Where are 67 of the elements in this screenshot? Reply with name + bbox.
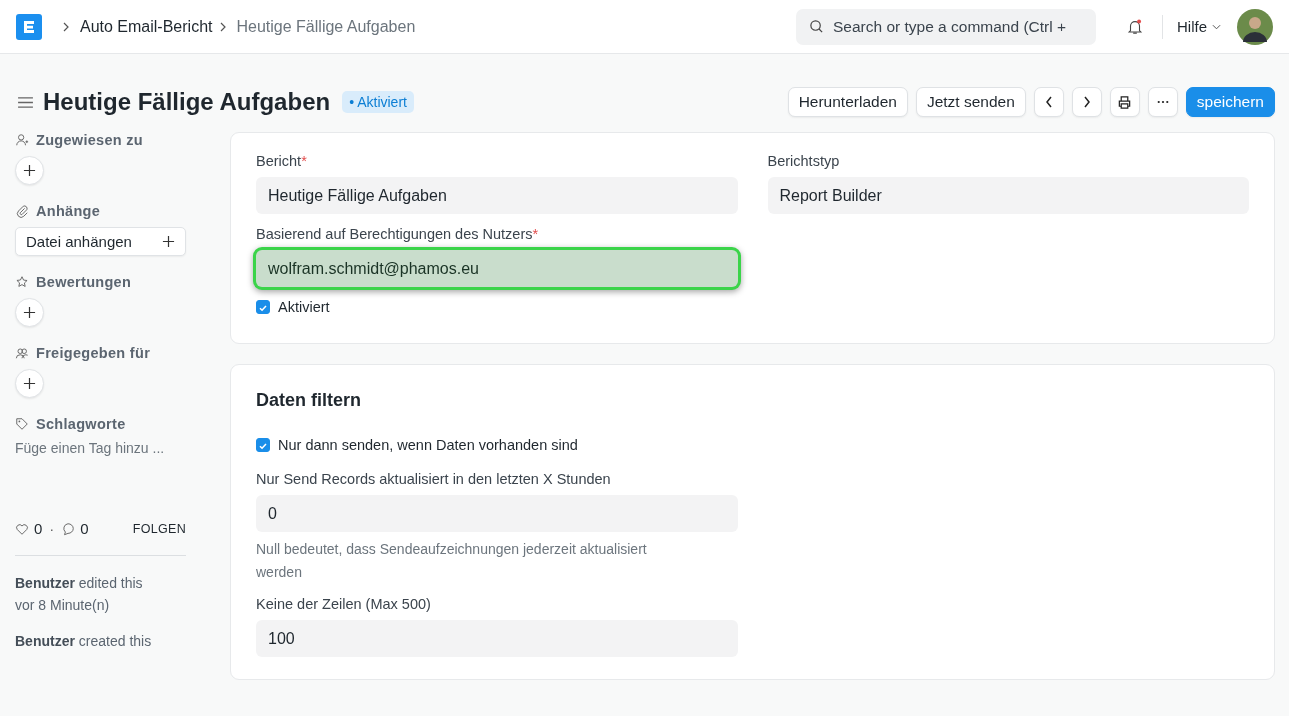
heart-icon[interactable] bbox=[15, 521, 29, 536]
field-label: Nur Send Records aktualisiert in den letzten X Stunden bbox=[256, 471, 612, 487]
app-logo-icon[interactable] bbox=[16, 13, 42, 40]
add-button[interactable] bbox=[15, 369, 44, 398]
comment-count: 0 bbox=[80, 520, 89, 537]
like-count: 0 bbox=[34, 520, 43, 537]
field-label: Bericht* bbox=[256, 153, 308, 169]
attach-file-button[interactable]: Datei anhängen bbox=[15, 227, 186, 256]
add-button[interactable] bbox=[15, 298, 44, 327]
activity-time: vor 8 Minute(n) bbox=[15, 596, 111, 615]
tag-input[interactable]: Füge einen Tag hinzu ... bbox=[15, 440, 186, 456]
section-title: Schlagworte bbox=[36, 416, 126, 432]
checkbox[interactable] bbox=[256, 300, 270, 314]
field-label: Basierend auf Berechtigungen des Nutzers* bbox=[256, 226, 540, 242]
user-icon bbox=[15, 133, 29, 147]
section-title: Zugewiesen zu bbox=[36, 132, 144, 148]
breadcrumb-link[interactable]: Auto Email-Bericht bbox=[80, 17, 213, 36]
print-button[interactable] bbox=[1109, 87, 1140, 117]
plus-icon bbox=[162, 235, 175, 248]
menu-icon[interactable] bbox=[17, 95, 34, 109]
section-heading: Daten filtern bbox=[256, 390, 362, 411]
section-title: Bewertungen bbox=[36, 274, 132, 290]
help-menu[interactable]: Hilfe bbox=[1177, 18, 1221, 35]
action-button[interactable]: Jetzt senden bbox=[915, 87, 1026, 117]
chevron-right-icon bbox=[218, 21, 227, 32]
breadcrumb-link[interactable]: Heutige Fällige Aufgaben bbox=[236, 17, 416, 36]
text-field[interactable]: 0 bbox=[256, 495, 738, 532]
star-icon bbox=[15, 275, 29, 289]
text-field[interactable]: wolfram.schmidt@phamos.eu bbox=[256, 250, 738, 287]
paperclip-icon bbox=[15, 204, 29, 218]
comment-icon[interactable] bbox=[61, 521, 76, 536]
caret-icon bbox=[1212, 23, 1221, 30]
text-field[interactable]: Heutige Fällige Aufgaben bbox=[256, 177, 738, 214]
chevron-right-icon bbox=[1082, 96, 1091, 108]
action-button[interactable]: Herunterladen bbox=[787, 87, 908, 117]
text-field[interactable]: Report Builder bbox=[767, 177, 1249, 214]
users-icon bbox=[15, 346, 29, 360]
text-field[interactable]: 100 bbox=[256, 620, 738, 657]
page-title: Heutige Fällige Aufgaben bbox=[43, 88, 331, 116]
notification-bell-icon[interactable] bbox=[1126, 17, 1144, 36]
search-field[interactable]: Search or type a command (Ctrl + bbox=[796, 8, 1096, 45]
printer-icon bbox=[1117, 94, 1133, 110]
status-badge: • Aktiviert bbox=[342, 91, 414, 113]
search-icon bbox=[809, 19, 824, 34]
plus-icon bbox=[23, 306, 36, 319]
checkbox[interactable] bbox=[256, 438, 270, 452]
checkbox-label: Nur dann senden, wenn Daten vorhanden sind bbox=[278, 437, 578, 453]
previous-button[interactable] bbox=[1033, 87, 1064, 117]
avatar[interactable] bbox=[1237, 8, 1273, 45]
checkbox-label: Aktiviert bbox=[278, 299, 330, 315]
next-button[interactable] bbox=[1071, 87, 1102, 117]
section-title: Freigegeben für bbox=[36, 345, 151, 361]
section-title: Anhänge bbox=[36, 203, 101, 219]
activity-text: Benutzer edited this bbox=[15, 574, 144, 593]
follow-link[interactable]: FOLGEN bbox=[132, 521, 186, 536]
chevron-right-icon bbox=[62, 21, 70, 32]
ellipsis-icon bbox=[1156, 100, 1169, 104]
plus-icon bbox=[23, 164, 36, 177]
field-description: Null bedeutet, dass Sendeaufzeichnungen jederzeit aktualisiert werden bbox=[256, 540, 648, 582]
field-label: Keine der Zeilen (Max 500) bbox=[256, 596, 432, 612]
add-button[interactable] bbox=[15, 156, 44, 185]
field-label: Berichtstyp bbox=[767, 153, 841, 169]
separator-dot: · bbox=[49, 520, 55, 537]
tag-icon bbox=[15, 417, 29, 431]
plus-icon bbox=[23, 377, 36, 390]
activity-text: Benutzer created this bbox=[15, 632, 153, 651]
chevron-left-icon bbox=[1044, 96, 1053, 108]
